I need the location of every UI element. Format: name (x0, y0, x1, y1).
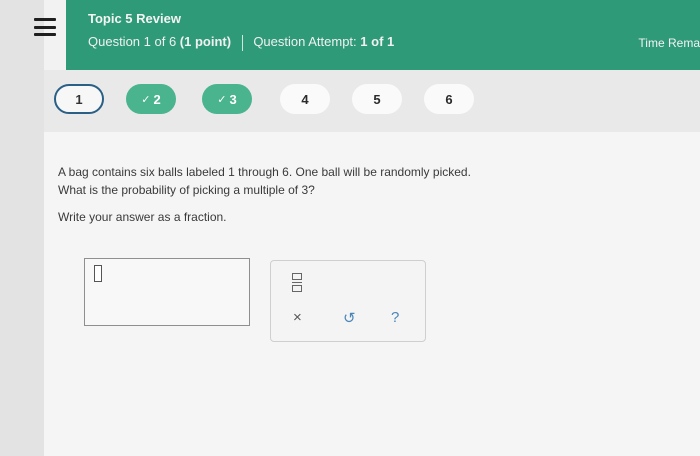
left-sidebar (0, 0, 44, 456)
question-text: A bag contains six balls labeled 1 throu… (58, 163, 471, 199)
fraction-icon[interactable] (292, 273, 302, 293)
checkmark-icon: ✓ (141, 93, 151, 106)
time-remaining: Time Rema (638, 36, 700, 50)
question-nav-label: 6 (445, 91, 453, 107)
cursor-placeholder (94, 265, 102, 282)
header-bar: Topic 5 Review Question 1 of 6 (1 point)… (66, 0, 700, 70)
question-label: Question 1 of 6 (88, 34, 177, 49)
question-nav-label: 5 (373, 91, 381, 107)
help-button[interactable]: ? (391, 309, 399, 326)
undo-button[interactable]: ↺ (343, 309, 356, 327)
question-nav-2[interactable]: ✓ 2 (126, 84, 176, 114)
question-nav-1[interactable]: 1 (54, 84, 104, 114)
menu-icon[interactable] (34, 18, 56, 36)
points-label: (1 point) (179, 34, 232, 49)
question-nav-label: 2 (153, 91, 161, 107)
checkmark-icon: ✓ (217, 93, 227, 106)
attempt-value: 1 of 1 (360, 34, 395, 49)
question-nav-5[interactable]: 5 (352, 84, 402, 114)
question-nav-4[interactable]: 4 (280, 84, 330, 114)
attempt-label: Question Attempt: (253, 34, 357, 49)
question-navigation: 1 ✓ 2 ✓ 3 4 5 6 (44, 70, 700, 132)
divider (241, 34, 243, 51)
question-nav-label: 3 (229, 91, 237, 107)
question-content: A bag contains six balls labeled 1 throu… (44, 132, 700, 456)
answer-input[interactable] (84, 258, 250, 326)
question-line-2: What is the probability of picking a mul… (58, 183, 315, 197)
topic-title: Topic 5 Review (88, 11, 181, 26)
question-nav-label: 4 (301, 91, 309, 107)
question-nav-3[interactable]: ✓ 3 (202, 84, 252, 114)
clear-button[interactable]: × (293, 309, 302, 326)
question-nav-6[interactable]: 6 (424, 84, 474, 114)
instruction-text: Write your answer as a fraction. (58, 210, 227, 224)
question-nav-label: 1 (75, 91, 83, 107)
math-toolbar: × ↺ ? (270, 260, 426, 342)
question-info: Question 1 of 6 (1 point) Question Attem… (88, 34, 394, 51)
question-line-1: A bag contains six balls labeled 1 throu… (58, 165, 471, 179)
